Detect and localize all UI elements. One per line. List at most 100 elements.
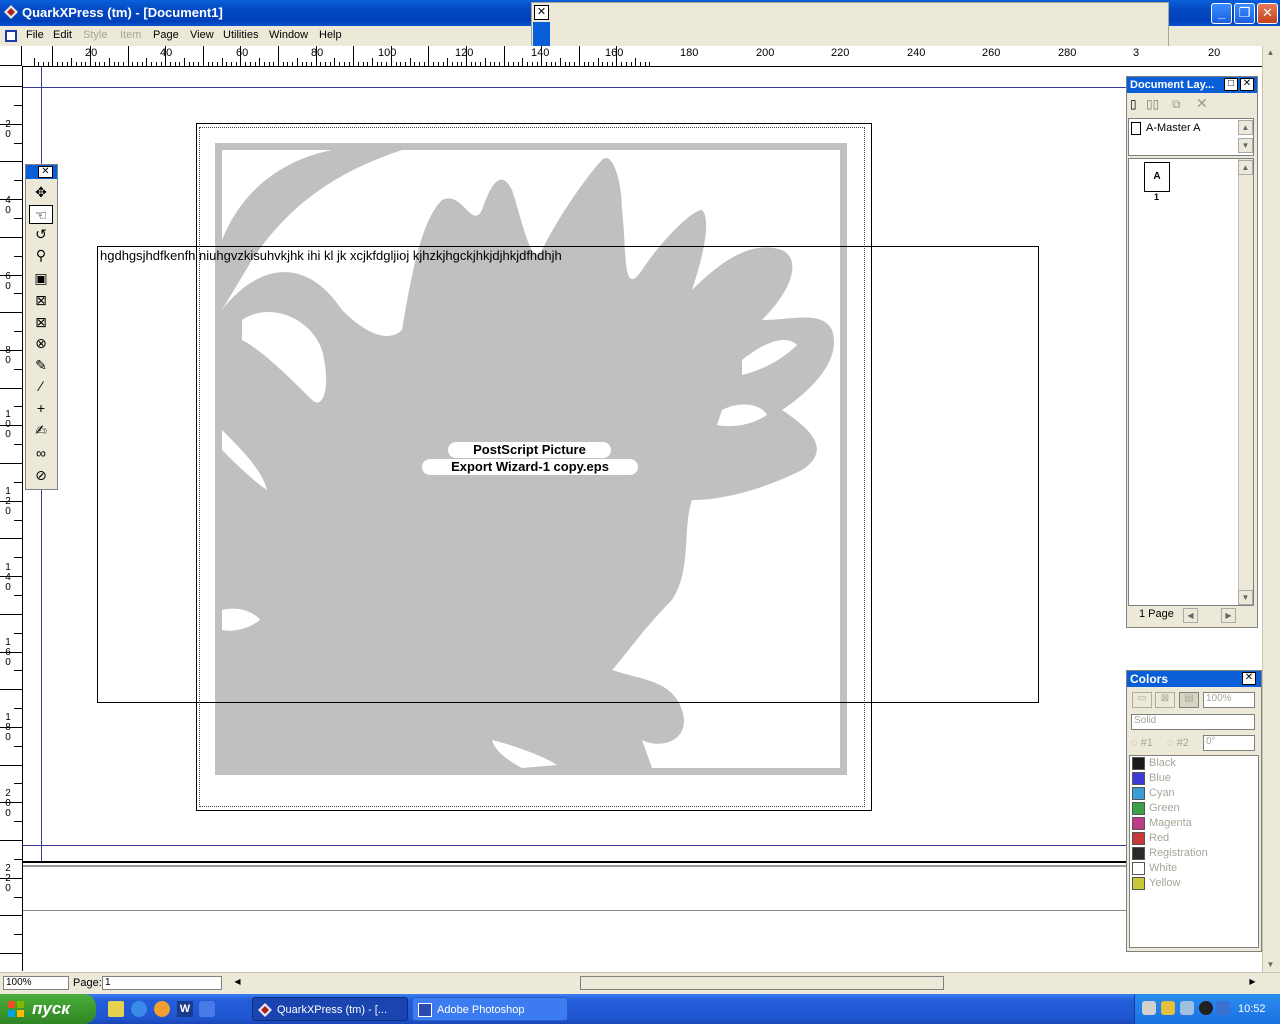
menu-window[interactable]: Window bbox=[269, 29, 308, 41]
radio-color1[interactable]: ◌ #1 bbox=[1131, 737, 1153, 749]
color-list-item[interactable]: Black bbox=[1131, 756, 1257, 771]
document-layout-collapse-icon[interactable]: □ bbox=[1224, 78, 1238, 91]
duplicate-master-icon[interactable]: ⧉ bbox=[1172, 97, 1181, 112]
master-list-scroll-up[interactable]: ▲ bbox=[1238, 120, 1253, 135]
menu-style[interactable]: Style bbox=[83, 29, 107, 41]
linking-tool-icon[interactable]: ∞ bbox=[29, 444, 53, 463]
vertical-ruler[interactable]: 2 0 4 0 6 0 8 0 1 0 0 1 2 0 1 4 0 1 6 0 1 8 0 2 0… bbox=[0, 66, 23, 971]
unlinking-tool-icon[interactable]: ⊘ bbox=[29, 466, 53, 485]
close-window-button[interactable]: ✕ bbox=[1257, 3, 1278, 24]
oval-picture-tool-icon[interactable]: ⊗ bbox=[29, 334, 53, 353]
text-box-tool-icon[interactable]: ▣ bbox=[29, 269, 53, 288]
rotation-tool-icon[interactable]: ↺ bbox=[29, 225, 53, 244]
show-desktop-icon[interactable] bbox=[108, 1001, 124, 1017]
color-list-item[interactable]: Magenta bbox=[1131, 816, 1257, 831]
color-list-item[interactable]: White bbox=[1131, 861, 1257, 876]
tray-media-icon[interactable] bbox=[1199, 1001, 1213, 1015]
colors-close-icon[interactable]: ✕ bbox=[1242, 672, 1256, 685]
content-tool-icon[interactable]: ☜ bbox=[29, 205, 53, 224]
floating-palette[interactable] bbox=[531, 2, 1169, 48]
delete-page-icon[interactable]: ✕ bbox=[1196, 95, 1208, 112]
word-icon[interactable]: W bbox=[177, 1001, 193, 1017]
ruler-minor-tick bbox=[451, 62, 453, 66]
color-list-item[interactable]: Cyan bbox=[1131, 786, 1257, 801]
angle-field[interactable]: 0° bbox=[1203, 735, 1255, 751]
fill-type-select[interactable]: Solid bbox=[1131, 714, 1255, 730]
pages-scroll-left[interactable]: ◀ bbox=[1183, 608, 1198, 623]
tray-network-icon[interactable] bbox=[1142, 1001, 1156, 1015]
picture-box-tool-icon[interactable]: ⊠ bbox=[29, 291, 53, 310]
color-list-item[interactable]: Registration bbox=[1131, 846, 1257, 861]
tray-security-icon[interactable] bbox=[1180, 1001, 1194, 1015]
ruler-tick bbox=[202, 46, 204, 66]
floating-palette-close-icon[interactable]: ✕ bbox=[534, 5, 549, 20]
text-path-tool-icon[interactable]: ✍ bbox=[29, 421, 53, 440]
hscroll-right[interactable]: ▶ bbox=[1245, 975, 1260, 990]
main-scroll-down[interactable]: ▼ bbox=[1263, 958, 1278, 973]
minimize-button[interactable]: _ bbox=[1211, 3, 1232, 24]
bezier-picture-tool-icon[interactable]: ✎ bbox=[29, 356, 53, 375]
floating-palette-titlebar[interactable] bbox=[533, 22, 550, 46]
menu-utilities[interactable]: Utilities bbox=[223, 29, 258, 41]
page-field[interactable]: 1 bbox=[102, 976, 222, 990]
zoom-field[interactable]: 100% bbox=[3, 976, 69, 990]
pages-scroll-up[interactable]: ▲ bbox=[1238, 160, 1253, 175]
ruler-tick bbox=[14, 519, 22, 521]
colors-titlebar[interactable]: Colors bbox=[1127, 671, 1261, 687]
ruler-label: 260 bbox=[982, 47, 1001, 59]
zoom-tool-icon[interactable]: ⚲ bbox=[29, 246, 53, 265]
color-list-item[interactable]: Blue bbox=[1131, 771, 1257, 786]
ruler-origin[interactable] bbox=[0, 46, 22, 66]
horizontal-ruler[interactable]: 20 40 60 80 100 120 140 160 180 200 220 240 260 280 3 2… bbox=[22, 46, 1262, 67]
hscroll-thumb[interactable] bbox=[580, 976, 944, 990]
text-box[interactable] bbox=[97, 246, 1039, 703]
menu-file[interactable]: File bbox=[26, 29, 44, 41]
radio-color2[interactable]: ◌ #2 bbox=[1167, 737, 1189, 749]
maximize-button[interactable]: ❐ bbox=[1234, 3, 1255, 24]
menu-item[interactable]: Item bbox=[120, 29, 141, 41]
text-box-content[interactable]: hgdhgsjhdfkenfh niuhgvzkisuhvkjhk ihi kl… bbox=[100, 248, 562, 263]
pages-scroll-down[interactable]: ▼ bbox=[1238, 590, 1253, 605]
master-list-scroll-down[interactable]: ▼ bbox=[1238, 138, 1253, 153]
menu-help[interactable]: Help bbox=[319, 29, 342, 41]
color-list-item[interactable]: Red bbox=[1131, 831, 1257, 846]
content-color-icon[interactable]: ⊠ bbox=[1155, 692, 1175, 708]
background-color-icon[interactable]: ▤ bbox=[1179, 692, 1199, 708]
ruler-label: 4 0 bbox=[5, 195, 11, 216]
tray-volume-icon[interactable] bbox=[1216, 1001, 1230, 1015]
color-list-item[interactable]: Green bbox=[1131, 801, 1257, 816]
start-button[interactable]: пуск bbox=[0, 994, 96, 1024]
line-tool-icon[interactable]: ∕ bbox=[29, 377, 53, 396]
ruler-tick bbox=[0, 538, 22, 540]
master-item-label[interactable]: A-Master A bbox=[1146, 122, 1200, 134]
frame-color-icon[interactable]: ▭ bbox=[1132, 692, 1152, 708]
hscroll-left[interactable]: ◀ bbox=[230, 975, 245, 990]
tray-app-icon[interactable] bbox=[1161, 1001, 1175, 1015]
menu-page[interactable]: Page bbox=[153, 29, 179, 41]
internet-explorer-icon[interactable] bbox=[131, 1001, 147, 1017]
color-list-item[interactable]: Yellow bbox=[1131, 876, 1257, 891]
tool-palette-close-icon[interactable]: ✕ bbox=[38, 166, 53, 178]
blank-facing-page-icon[interactable]: ▯▯ bbox=[1146, 97, 1159, 111]
task-quarkxpress[interactable]: QuarkXPress (tm) - [... bbox=[252, 997, 408, 1021]
quicklaunch-app-icon[interactable] bbox=[199, 1001, 215, 1017]
orthogonal-line-tool-icon[interactable]: + bbox=[29, 399, 53, 418]
shade-field[interactable]: 100% bbox=[1203, 692, 1255, 708]
ruler-tick bbox=[14, 180, 22, 182]
ruler-tick bbox=[221, 58, 223, 66]
page-thumbnail[interactable]: A bbox=[1144, 162, 1170, 192]
blank-single-page-icon[interactable]: ▯ bbox=[1130, 97, 1137, 111]
menu-view[interactable]: View bbox=[190, 29, 214, 41]
document-icon[interactable] bbox=[4, 29, 18, 43]
menu-edit[interactable]: Edit bbox=[53, 29, 72, 41]
rectangle-picture-tool-icon[interactable]: ⊠ bbox=[29, 313, 53, 332]
main-vertical-scrollbar[interactable] bbox=[1262, 46, 1280, 972]
document-pages-area[interactable] bbox=[1128, 158, 1254, 606]
document-layout-close-icon[interactable]: ✕ bbox=[1240, 78, 1254, 91]
media-player-icon[interactable] bbox=[154, 1001, 170, 1017]
item-tool-icon[interactable]: ✥ bbox=[29, 183, 53, 202]
pages-scroll-right[interactable]: ▶ bbox=[1221, 608, 1236, 623]
pages-vertical-scrollbar[interactable] bbox=[1238, 159, 1253, 605]
task-photoshop[interactable]: Adobe Photoshop bbox=[412, 997, 568, 1021]
main-scroll-up[interactable]: ▲ bbox=[1263, 46, 1278, 61]
